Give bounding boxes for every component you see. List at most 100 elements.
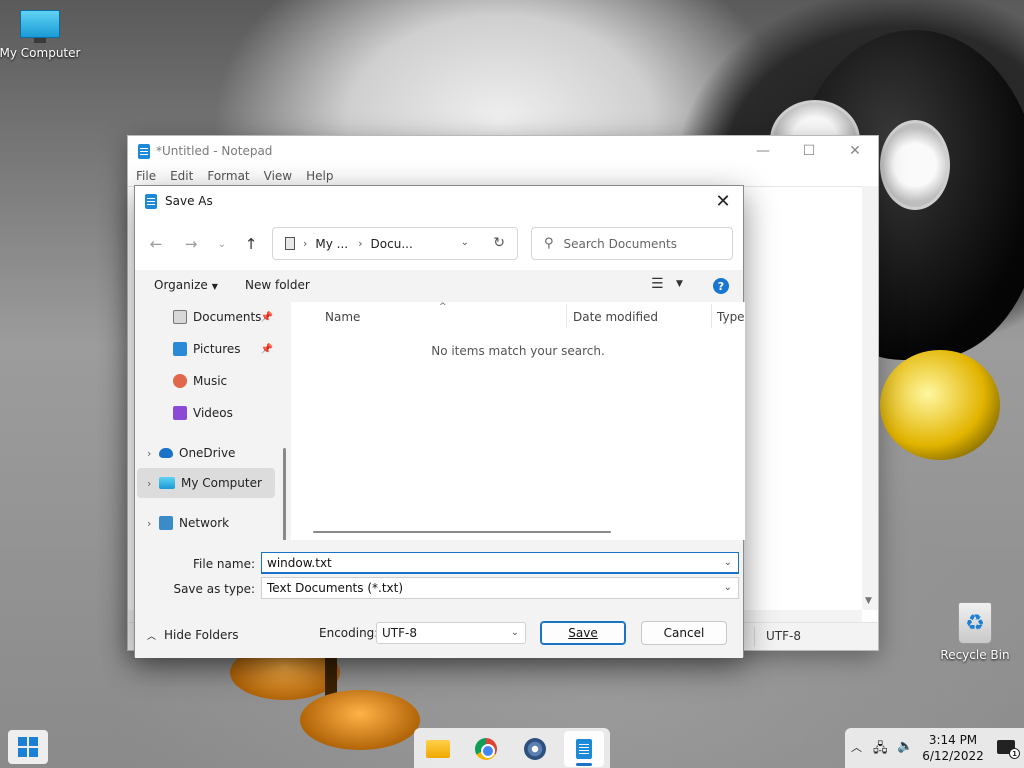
nav-item-network[interactable]: › Network xyxy=(137,508,275,538)
pin-icon: 📌 xyxy=(260,343,273,355)
breadcrumb-documents[interactable]: Docu... xyxy=(371,237,413,251)
notification-icon[interactable]: 1 xyxy=(997,740,1020,759)
chevron-right-icon[interactable]: › xyxy=(358,237,362,250)
navigation-bar: ← → ⌄ ↑ › My ... › Docu... ⌄ ↻ ⚲ Search … xyxy=(135,216,743,270)
forward-arrow-icon[interactable]: → xyxy=(180,234,202,254)
recent-locations-chevron-icon[interactable]: ⌄ xyxy=(211,234,233,254)
taskbar-settings[interactable] xyxy=(515,731,555,767)
column-header-type[interactable]: Type xyxy=(717,310,745,324)
status-encoding: UTF-8 xyxy=(766,629,801,643)
nav-item-label: Pictures xyxy=(193,342,241,356)
nav-item-label: Documents xyxy=(193,310,262,324)
windows-logo-icon xyxy=(18,737,38,757)
pictures-icon xyxy=(173,342,187,356)
nav-item-documents[interactable]: Documents 📌 xyxy=(137,302,275,332)
cancel-button[interactable]: Cancel xyxy=(641,621,727,645)
monitor-icon xyxy=(20,10,60,43)
clock[interactable]: 3:14 PM 6/12/2022 xyxy=(921,732,985,764)
menu-edit[interactable]: Edit xyxy=(170,169,193,183)
breadcrumb-my-computer[interactable]: My ... xyxy=(315,237,348,251)
new-folder-button[interactable]: New folder xyxy=(245,278,310,292)
onedrive-icon xyxy=(159,448,173,458)
chevron-right-icon[interactable]: › xyxy=(147,477,159,490)
address-bar[interactable]: › My ... › Docu... ⌄ ↻ xyxy=(272,227,518,260)
save-button[interactable]: Save xyxy=(540,621,626,645)
nav-item-my-computer[interactable]: › My Computer xyxy=(137,468,275,498)
volume-icon[interactable]: 🔈 xyxy=(897,739,913,754)
encoding-select[interactable]: UTF-8 ⌄ xyxy=(376,622,526,644)
save-as-dialog: Save As ✕ ← → ⌄ ↑ › My ... › Docu... ⌄ ↻… xyxy=(134,185,745,658)
desktop-icon-label: My Computer xyxy=(0,46,81,60)
clock-time: 3:14 PM xyxy=(928,733,978,747)
scroll-down-icon[interactable]: ▼ xyxy=(865,596,872,606)
chrome-icon xyxy=(475,738,497,760)
nav-item-label: Network xyxy=(179,516,230,530)
menu-file[interactable]: File xyxy=(136,169,156,183)
vertical-scrollbar[interactable]: ▼ xyxy=(862,186,878,610)
chevron-down-icon[interactable]: ⌄ xyxy=(461,237,469,248)
sort-ascending-icon: ^ xyxy=(439,302,447,312)
empty-message: No items match your search. xyxy=(431,344,605,358)
save-as-type-value: Text Documents (*.txt) xyxy=(267,581,404,595)
chevron-right-icon[interactable]: › xyxy=(303,237,307,250)
organize-label: Organize xyxy=(154,278,208,292)
desktop-icon-my-computer[interactable]: My Computer xyxy=(0,10,82,60)
taskbar-notepad[interactable] xyxy=(564,731,604,767)
navigation-pane: Documents 📌 Pictures 📌 Music Videos › On… xyxy=(135,302,283,540)
desktop-icon-recycle-bin[interactable]: ♻ Recycle Bin xyxy=(933,602,1017,662)
search-box[interactable]: ⚲ Search Documents xyxy=(531,227,733,260)
hide-folders-label: Hide Folders xyxy=(164,628,239,642)
refresh-icon[interactable]: ↻ xyxy=(493,235,505,251)
nav-item-pictures[interactable]: Pictures 📌 xyxy=(137,334,275,364)
file-explorer-icon xyxy=(426,740,450,758)
dialog-titlebar[interactable]: Save As ✕ xyxy=(135,186,743,216)
chevron-up-icon[interactable]: ︿ xyxy=(851,739,862,755)
wallpaper-penguin-beak xyxy=(880,350,1000,460)
taskbar-apps xyxy=(414,728,610,768)
organize-button[interactable]: Organize ▼ xyxy=(154,278,218,292)
view-list-icon[interactable]: ☰ xyxy=(651,276,664,292)
maximize-button[interactable]: ☐ xyxy=(786,136,832,166)
help-icon[interactable]: ? xyxy=(713,278,729,294)
chevron-down-icon[interactable]: ⌄ xyxy=(724,582,732,593)
chevron-right-icon[interactable]: › xyxy=(147,447,159,460)
wallpaper-penguin-eye-right xyxy=(880,120,950,210)
file-list[interactable]: ^ Name Date modified Type No items match… xyxy=(291,302,745,540)
taskbar-chrome[interactable] xyxy=(466,731,506,767)
hide-folders-button[interactable]: ︿ Hide Folders xyxy=(147,628,239,642)
back-arrow-icon[interactable]: ← xyxy=(145,234,167,254)
nav-item-videos[interactable]: Videos xyxy=(137,398,275,428)
menu-view[interactable]: View xyxy=(264,169,292,183)
menu-help[interactable]: Help xyxy=(306,169,333,183)
network-icon[interactable]: 🖧 xyxy=(873,739,888,761)
caret-down-icon[interactable]: ▼ xyxy=(676,279,683,289)
taskbar-file-explorer[interactable] xyxy=(418,731,458,767)
chevron-down-icon[interactable]: ⌄ xyxy=(724,557,732,568)
nav-item-music[interactable]: Music xyxy=(137,366,275,396)
search-input[interactable]: Search Documents xyxy=(564,237,677,251)
chevron-down-icon[interactable]: ⌄ xyxy=(511,627,519,638)
menu-format[interactable]: Format xyxy=(207,169,249,183)
column-header-date-modified[interactable]: Date modified xyxy=(573,310,658,324)
file-name-value: window.txt xyxy=(267,555,332,570)
videos-icon xyxy=(173,406,187,420)
save-button-label: Save xyxy=(568,626,598,640)
up-arrow-icon[interactable]: ↑ xyxy=(240,234,262,254)
file-name-label: File name: xyxy=(193,557,255,571)
documents-icon xyxy=(173,310,187,324)
nav-item-onedrive[interactable]: › OneDrive xyxy=(137,438,275,468)
notepad-title: *Untitled - Notepad xyxy=(156,144,273,158)
file-name-field[interactable]: window.txt ⌄ xyxy=(261,552,739,574)
chevron-right-icon[interactable]: › xyxy=(147,517,159,530)
minimize-button[interactable]: — xyxy=(740,136,786,166)
desktop-icon-label: Recycle Bin xyxy=(940,648,1010,662)
save-as-type-select[interactable]: Text Documents (*.txt) ⌄ xyxy=(261,577,739,599)
close-button[interactable]: ✕ xyxy=(832,136,878,166)
horizontal-scrollbar[interactable] xyxy=(313,531,611,533)
caret-down-icon: ▼ xyxy=(211,282,218,291)
column-header-name[interactable]: Name xyxy=(325,310,360,324)
start-button[interactable] xyxy=(8,730,48,764)
notepad-icon xyxy=(138,143,150,159)
chevron-up-icon: ︿ xyxy=(147,631,157,642)
close-icon[interactable]: ✕ xyxy=(709,189,737,213)
